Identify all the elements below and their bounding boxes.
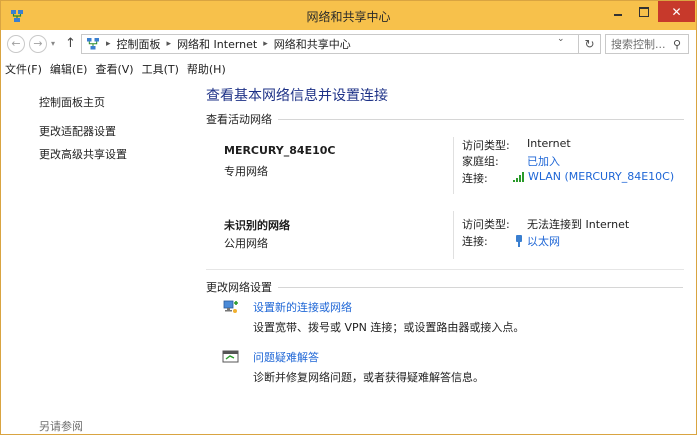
breadcrumb-network-internet[interactable]: 网络和 Internet (177, 36, 257, 52)
homegroup-label: 家庭组: (462, 155, 499, 168)
close-button[interactable]: ✕ (658, 1, 695, 22)
breadcrumb-network-sharing-center[interactable]: 网络和共享中心 (274, 36, 351, 52)
connection-label: 连接: (462, 172, 488, 185)
active-networks-header: 查看活动网络 (206, 111, 684, 127)
access-type-label: 访问类型: (462, 218, 510, 231)
minimize-button[interactable] (605, 1, 631, 22)
network-divider (453, 137, 454, 194)
section-divider (278, 286, 683, 288)
up-button[interactable]: ↑ (65, 36, 76, 51)
menu-edit[interactable]: 编辑(E) (46, 61, 92, 77)
breadcrumb-separator[interactable]: ▸ (106, 39, 111, 49)
networks-bottom-divider (206, 269, 684, 270)
change-settings-header: 更改网络设置 (206, 279, 683, 295)
breadcrumb-separator[interactable]: ▸ (167, 39, 172, 49)
search-box[interactable]: ⚲ (605, 34, 689, 54)
control-panel-icon (87, 38, 99, 50)
network-divider (453, 211, 454, 259)
sidebar-item-change-advanced-sharing[interactable]: 更改高级共享设置 (39, 146, 127, 162)
forward-button[interactable]: → (29, 35, 47, 53)
change-settings-label: 更改网络设置 (206, 281, 272, 294)
maximize-button[interactable] (631, 1, 657, 22)
setup-new-connection-description: 设置宽带、拨号或 VPN 连接；或设置路由器或接入点。 (253, 321, 525, 334)
new-connection-icon (223, 300, 238, 313)
title-bar[interactable]: 网络和共享中心 ✕ (1, 1, 696, 30)
access-type-value: 无法连接到 Internet (527, 218, 630, 231)
main-pane: 查看基本网络信息并设置连接 查看活动网络 MERCURY_84E10C 专用网络… (194, 79, 696, 434)
ethernet-icon (516, 235, 522, 247)
maximize-icon (639, 6, 649, 17)
ethernet-connection-link[interactable]: 以太网 (515, 233, 560, 249)
access-type-value: Internet (527, 137, 571, 150)
breadcrumb-separator[interactable]: ▸ (263, 39, 268, 49)
left-pane: 控制面板主页 更改适配器设置 更改高级共享设置 另请参阅 (1, 79, 194, 434)
troubleshoot-problems-description: 诊断并修复网络问题，或者获得疑难解答信息。 (253, 371, 484, 384)
window: 网络和共享中心 ✕ ← → ▾ ↑ ▸ 控制面板 ▸ 网络和 Internet … (0, 0, 697, 435)
menu-tools[interactable]: 工具(T) (138, 61, 183, 77)
address-bar[interactable]: ▸ 控制面板 ▸ 网络和 Internet ▸ 网络和共享中心 (81, 34, 579, 54)
sidebar-item-control-panel-home[interactable]: 控制面板主页 (39, 94, 105, 110)
search-icon[interactable]: ⚲ (673, 38, 681, 51)
address-row: ← → ▾ ↑ ▸ 控制面板 ▸ 网络和 Internet ▸ 网络和共享中心 … (1, 30, 696, 59)
troubleshoot-problems-link[interactable]: 问题疑难解答 (253, 349, 319, 365)
recent-locations-dropdown[interactable]: ▾ (51, 39, 55, 48)
breadcrumb-control-panel[interactable]: 控制面板 (117, 36, 161, 52)
menu-bar: 文件(F) 编辑(E) 查看(V) 工具(T) 帮助(H) (1, 59, 696, 79)
network-name: MERCURY_84E10C (224, 144, 336, 157)
troubleshoot-icon (222, 350, 239, 363)
section-divider (278, 118, 684, 120)
page-title: 查看基本网络信息并设置连接 (206, 88, 388, 104)
menu-help[interactable]: 帮助(H) (183, 61, 230, 77)
network-type-link[interactable]: 公用网络 (224, 235, 268, 251)
back-button[interactable]: ← (7, 35, 25, 53)
network-type-link[interactable]: 专用网络 (224, 163, 268, 179)
setup-new-connection-link[interactable]: 设置新的连接或网络 (253, 299, 352, 315)
close-icon: ✕ (671, 4, 682, 19)
wlan-connection-link[interactable]: WLAN (MERCURY_84E10C) (513, 170, 674, 183)
sidebar-item-change-adapter-settings[interactable]: 更改适配器设置 (39, 123, 116, 139)
menu-view[interactable]: 查看(V) (91, 61, 137, 77)
window-title: 网络和共享中心 (306, 10, 391, 24)
connection-label: 连接: (462, 235, 488, 248)
wlan-connection-label: WLAN (MERCURY_84E10C) (528, 170, 675, 183)
active-networks-label: 查看活动网络 (206, 113, 272, 126)
address-history-dropdown[interactable]: ⌄ (557, 34, 565, 44)
minimize-icon (614, 13, 622, 16)
refresh-button[interactable]: ↻ (579, 34, 601, 54)
menu-file[interactable]: 文件(F) (1, 61, 46, 77)
network-name: 未识别的网络 (224, 219, 290, 232)
ethernet-connection-label: 以太网 (527, 235, 560, 248)
search-input[interactable] (611, 37, 671, 51)
see-also-label: 另请参阅 (39, 420, 83, 433)
homegroup-link[interactable]: 已加入 (527, 153, 560, 169)
wifi-signal-icon (513, 171, 524, 182)
access-type-label: 访问类型: (462, 139, 510, 152)
